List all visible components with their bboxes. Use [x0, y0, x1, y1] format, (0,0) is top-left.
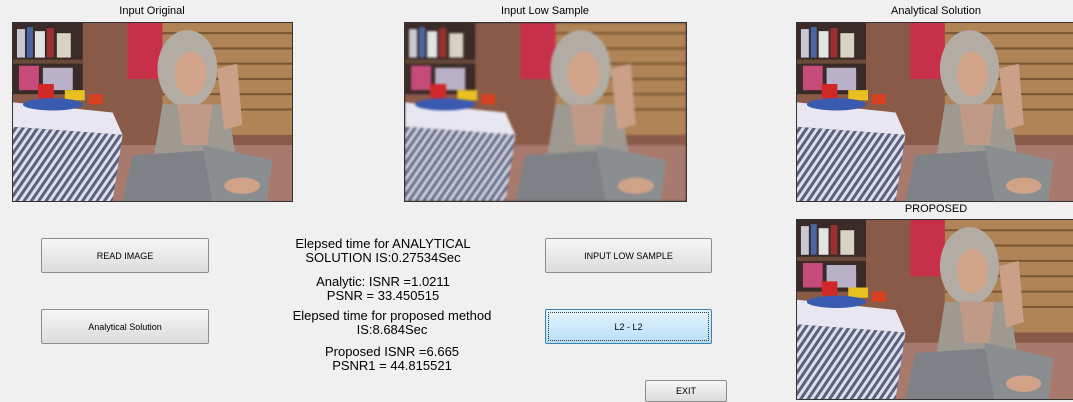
proposed-time-line1: Elepsed time for proposed method — [292, 308, 492, 323]
exit-button[interactable]: EXIT — [645, 380, 727, 402]
photo-woman-scarf-low — [405, 23, 686, 201]
analytical-solution-title: Analytical Solution — [891, 5, 981, 17]
l2-l2-button[interactable]: L2 - L2 — [545, 309, 712, 344]
proposed-time-text: Elepsed time for proposed method IS:8.68… — [242, 309, 542, 337]
proposed-image — [796, 219, 1073, 400]
read-image-button[interactable]: READ IMAGE — [41, 238, 209, 273]
proposed-psnr: PSNR1 = 44.815521 — [332, 358, 452, 373]
photo-woman-scarf-analytical — [797, 23, 1073, 201]
analytic-metrics-text: Analytic: ISNR =1.0211 PSNR = 33.450515 — [242, 275, 524, 303]
input-low-sample-button[interactable]: INPUT LOW SAMPLE — [545, 238, 712, 273]
proposed-title: PROPOSED — [904, 203, 968, 215]
analytical-solution-image — [796, 22, 1073, 202]
analytic-isnr: Analytic: ISNR =1.0211 — [316, 274, 450, 289]
analytical-time-text: Elepsed time for ANALYTICAL SOLUTION IS:… — [242, 237, 524, 265]
proposed-isnr: Proposed ISNR =6.665 — [324, 344, 460, 359]
analytical-solution-button[interactable]: Analytical Solution — [41, 309, 209, 344]
proposed-time-line2: IS:8.684Sec — [356, 322, 428, 337]
photo-woman-scarf — [13, 23, 292, 201]
analytic-psnr: PSNR = 33.450515 — [326, 288, 440, 303]
analytical-time-line2: SOLUTION IS:0.27534Sec — [305, 250, 461, 265]
input-original-title: Input Original — [119, 5, 185, 17]
input-low-sample-title: Input Low Sample — [500, 5, 590, 17]
proposed-metrics-text: Proposed ISNR =6.665 PSNR1 = 44.815521 — [242, 345, 542, 373]
photo-woman-scarf-proposed — [797, 220, 1073, 399]
analytical-time-line1: Elepsed time for ANALYTICAL — [295, 236, 471, 251]
input-original-image — [12, 22, 293, 202]
input-low-sample-image — [404, 22, 687, 202]
